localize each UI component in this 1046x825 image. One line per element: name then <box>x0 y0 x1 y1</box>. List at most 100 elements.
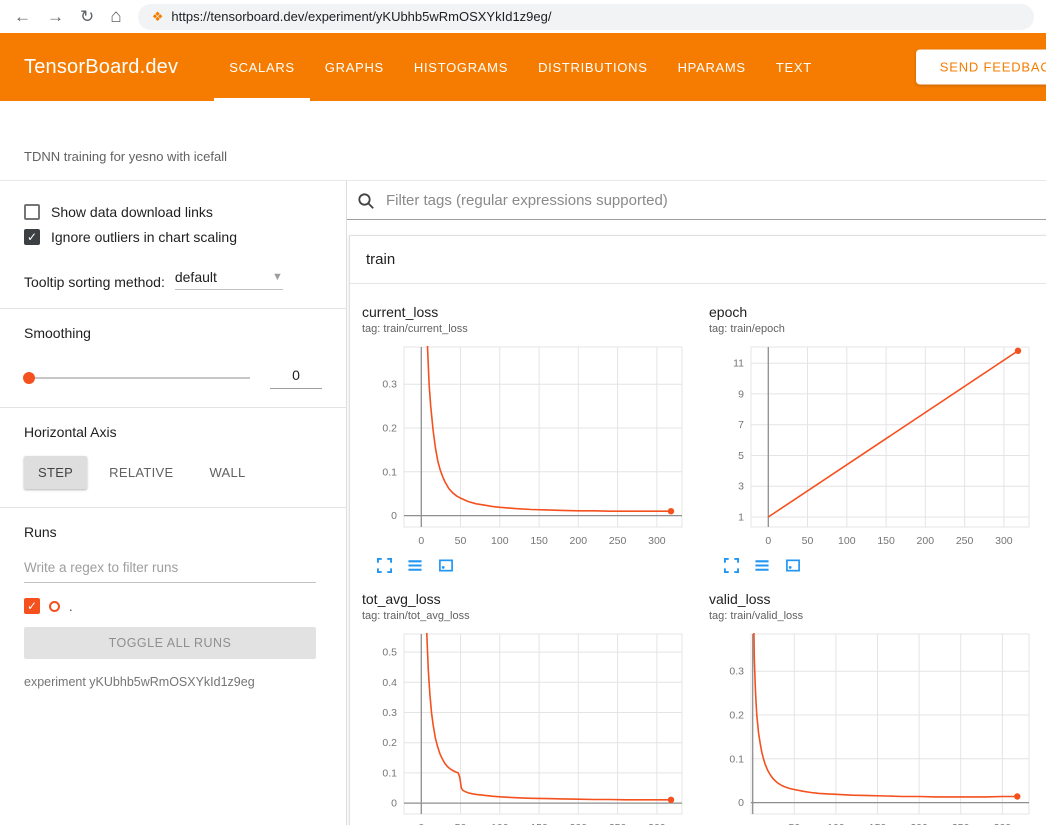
url-text[interactable]: https://tensorboard.dev/experiment/yKUbh… <box>171 9 551 24</box>
run-list-item[interactable]: . <box>0 598 346 614</box>
relative-button[interactable]: RELATIVE <box>95 456 187 489</box>
svg-text:150: 150 <box>877 535 895 547</box>
horizontal-axis-buttons: STEP RELATIVE WALL <box>0 456 346 489</box>
svg-text:3: 3 <box>738 481 744 493</box>
toggle-all-runs-button[interactable]: TOGGLE ALL RUNS <box>24 627 316 659</box>
tab-text[interactable]: TEXT <box>761 33 827 101</box>
wall-button[interactable]: WALL <box>195 456 259 489</box>
fit-domain-icon[interactable] <box>785 558 801 573</box>
chart-tag: tag: train/tot_avg_loss <box>362 610 695 622</box>
svg-text:150: 150 <box>530 535 548 547</box>
tag-group-header[interactable]: train <box>350 236 1046 284</box>
svg-text:0: 0 <box>738 797 744 809</box>
fit-domain-icon[interactable] <box>438 558 454 573</box>
divider <box>0 407 346 408</box>
svg-text:300: 300 <box>995 535 1013 547</box>
chart-epoch[interactable]: 1357911050100150200250300 <box>709 341 1039 553</box>
checkbox-label: Ignore outliers in chart scaling <box>51 229 237 245</box>
svg-text:200: 200 <box>570 535 588 547</box>
tab-graphs[interactable]: GRAPHS <box>310 33 399 101</box>
svg-text:250: 250 <box>609 535 627 547</box>
tag-filter-row <box>347 181 1046 220</box>
browser-toolbar: ← → ↻ ⌂ ❖ https://tensorboard.dev/experi… <box>0 0 1046 33</box>
svg-text:0.1: 0.1 <box>382 466 397 478</box>
svg-text:50: 50 <box>802 535 814 547</box>
svg-text:5: 5 <box>738 450 744 462</box>
expand-icon[interactable] <box>377 558 392 573</box>
horizontal-axis-label: Horizontal Axis <box>0 424 346 440</box>
step-button[interactable]: STEP <box>24 456 87 489</box>
back-button[interactable]: ← <box>14 8 31 25</box>
svg-text:50: 50 <box>455 535 467 547</box>
tooltip-sorting-select[interactable]: default ▼ <box>175 269 283 290</box>
svg-text:0.3: 0.3 <box>382 379 397 391</box>
tab-distributions[interactable]: DISTRIBUTIONS <box>523 33 663 101</box>
address-bar[interactable]: ❖ https://tensorboard.dev/experiment/yKU… <box>138 4 1034 30</box>
experiment-description: TDNN training for yesno with icefall <box>24 149 227 164</box>
divider <box>0 308 346 309</box>
site-icon: ❖ <box>152 10 164 23</box>
svg-text:0.2: 0.2 <box>382 737 397 749</box>
brand-logo[interactable]: TensorBoard.dev <box>24 56 178 79</box>
log-scale-icon[interactable] <box>754 558 770 573</box>
smoothing-slider[interactable] <box>24 371 250 385</box>
reload-button[interactable]: ↻ <box>80 8 94 25</box>
svg-text:250: 250 <box>956 535 974 547</box>
chart-tot-avg-loss[interactable]: 00.10.20.30.40.5050100150200250300 <box>362 628 692 825</box>
chart-card-current-loss: current_loss tag: train/current_loss 0 0.… <box>352 294 699 581</box>
app-header: TensorBoard.dev SCALARS GRAPHS HISTOGRAM… <box>0 33 1046 101</box>
checkbox-unchecked-icon <box>24 204 40 220</box>
chart-toolbar <box>709 553 1042 581</box>
chart-tag: tag: train/epoch <box>709 323 1042 335</box>
slider-track <box>24 377 250 379</box>
chart-title: tot_avg_loss <box>362 591 695 607</box>
svg-text:9: 9 <box>738 388 744 400</box>
runs-filter-input[interactable] <box>24 556 316 583</box>
run-checkbox-icon[interactable] <box>24 598 40 614</box>
chevron-down-icon: ▼ <box>272 271 283 283</box>
experiment-id-text: experiment yKUbhb5wRmOSXYkId1z9eg <box>0 675 346 689</box>
runs-label: Runs <box>0 524 346 540</box>
run-color-circle-icon <box>49 601 60 612</box>
smoothing-value-input[interactable]: 0 <box>270 367 322 389</box>
svg-text:0.2: 0.2 <box>729 710 744 722</box>
svg-text:300: 300 <box>648 535 666 547</box>
home-button[interactable]: ⌂ <box>110 7 121 26</box>
chart-valid-loss[interactable]: 00.10.20.350100150200250300 <box>709 628 1039 825</box>
svg-text:0: 0 <box>391 798 397 810</box>
ignore-outliers-checkbox[interactable]: Ignore outliers in chart scaling <box>0 229 346 245</box>
dashboard-scroll-area[interactable]: train current_loss tag: train/current_lo… <box>347 220 1046 825</box>
slider-thumb[interactable] <box>23 372 35 384</box>
send-feedback-button[interactable]: SEND FEEDBACK <box>916 50 1046 85</box>
show-download-links-checkbox[interactable]: Show data download links <box>0 204 346 220</box>
svg-text:0.5: 0.5 <box>382 647 397 659</box>
chart-card-epoch: epoch tag: train/epoch 13579110501001502… <box>699 294 1046 581</box>
run-name: . <box>69 599 73 614</box>
tooltip-sorting-row: Tooltip sorting method: default ▼ <box>0 269 346 290</box>
chart-title: epoch <box>709 304 1042 320</box>
log-scale-icon[interactable] <box>407 558 423 573</box>
chart-current-loss[interactable]: 00.10.20.3050100150200250300 <box>362 341 692 553</box>
nav-tabs: SCALARS GRAPHS HISTOGRAMS DISTRIBUTIONS … <box>214 33 827 101</box>
chart-grid: current_loss tag: train/current_loss 0 0.… <box>350 284 1046 825</box>
svg-text:100: 100 <box>491 535 509 547</box>
forward-button[interactable]: → <box>47 8 64 25</box>
tooltip-sorting-label: Tooltip sorting method: <box>24 274 165 290</box>
chart-card-valid-loss: valid_loss tag: train/valid_loss 00.10.2… <box>699 581 1046 825</box>
tab-hparams[interactable]: HPARAMS <box>663 33 761 101</box>
divider <box>0 507 346 508</box>
chart-tag: tag: train/current_loss <box>362 323 695 335</box>
svg-text:0: 0 <box>391 510 397 522</box>
chart-title: current_loss <box>362 304 695 320</box>
tab-histograms[interactable]: HISTOGRAMS <box>399 33 523 101</box>
svg-text:0.4: 0.4 <box>382 677 397 689</box>
expand-icon[interactable] <box>724 558 739 573</box>
tag-group-card-train: train current_loss tag: train/current_lo… <box>349 235 1046 825</box>
experiment-subheader: TDNN training for yesno with icefall <box>0 101 1046 181</box>
svg-text:11: 11 <box>733 358 744 370</box>
tag-filter-input[interactable] <box>384 191 1036 210</box>
checkbox-checked-icon <box>24 229 40 245</box>
tab-scalars[interactable]: SCALARS <box>214 33 310 101</box>
chart-card-tot-avg-loss: tot_avg_loss tag: train/tot_avg_loss 0 0.… <box>352 581 699 825</box>
settings-sidebar: Show data download links Ignore outliers… <box>0 181 347 825</box>
